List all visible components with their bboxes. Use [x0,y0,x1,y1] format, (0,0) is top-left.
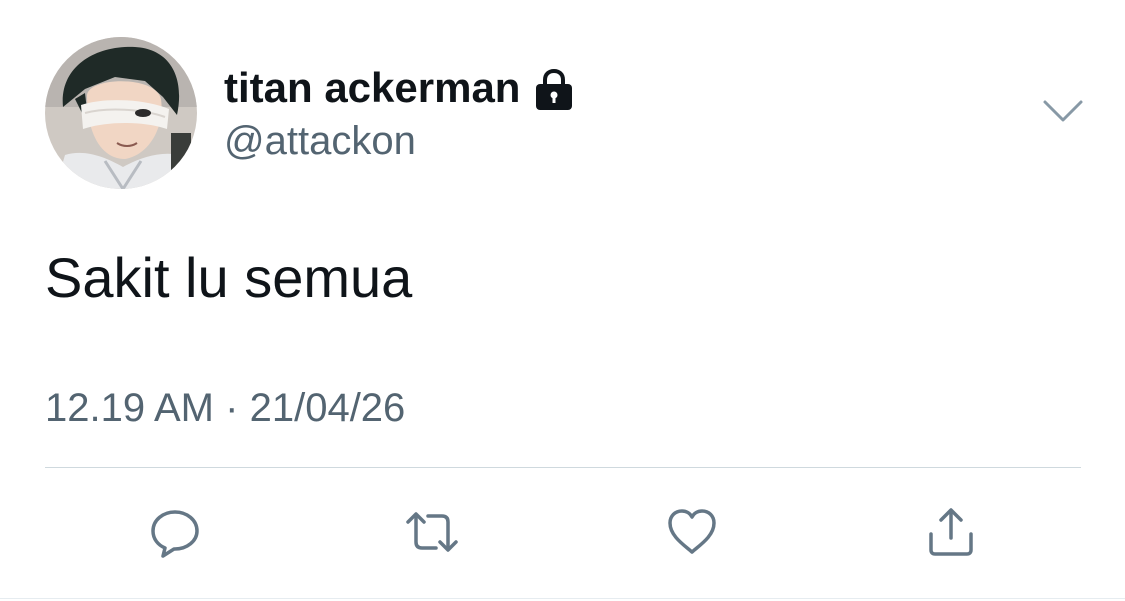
retweet-button[interactable] [402,502,462,562]
tweet-date: 21/04/26 [249,386,406,430]
heart-icon [664,504,720,560]
reply-button[interactable] [145,502,205,562]
chevron-down-icon[interactable] [1040,96,1086,126]
tweet-timestamp[interactable]: 12.19 AM · 21/04/26 [45,382,405,434]
share-button[interactable] [921,502,981,562]
divider [45,467,1081,468]
tweet-text: Sakit lu semua [45,246,413,309]
user-handle[interactable]: @attackon [224,116,416,166]
avatar[interactable] [45,37,197,189]
bottom-divider [0,598,1125,599]
display-name[interactable]: titan ackerman [224,60,520,116]
tweet-card: titan ackerman @attackon Sakit lu semua … [0,0,1125,601]
avatar-image [45,37,197,189]
reply-icon [147,504,203,560]
retweet-icon [400,504,464,560]
lock-icon [534,68,574,111]
like-button[interactable] [662,502,722,562]
meta-separator: · [225,386,239,430]
tweet-time: 12.19 AM [45,386,215,430]
share-icon [923,504,979,560]
author-name-row[interactable]: titan ackerman [224,60,574,116]
